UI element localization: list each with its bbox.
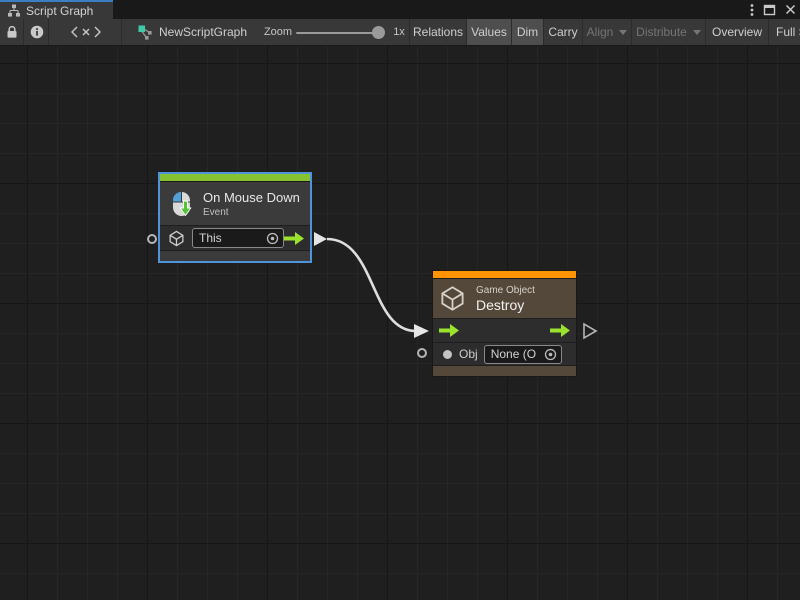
toggle-values[interactable]: Values [466,19,511,45]
node-title: Destroy [476,297,535,313]
obj-input-port[interactable] [417,348,427,358]
connection-arrowhead [414,324,429,338]
tab-script-graph[interactable]: Script Graph [0,0,113,19]
flow-in-arrow-icon [439,324,459,337]
node-footer [433,365,576,376]
gameobject-accent-bar [433,271,576,278]
dropdown-align[interactable]: Align [582,19,631,45]
obj-label: Obj [459,347,478,361]
chevron-down-icon [693,30,701,35]
lock-button[interactable] [0,19,24,45]
graph-canvas[interactable]: On Mouse Down Event This [0,46,800,600]
kebab-menu-icon[interactable] [750,3,754,17]
obj-port-dot[interactable] [443,350,452,359]
flow-output-port-connected[interactable] [314,232,327,246]
edit-source-button[interactable] [50,19,122,45]
zoom-value: 1x [389,19,409,45]
node-header[interactable]: Game Object Destroy [433,278,576,318]
graph-hierarchy-icon [7,4,21,18]
graph-toolbar: NewScriptGraph Zoom 1x Relations Values … [0,19,800,46]
obj-row: Obj None (O [433,342,576,365]
cube-icon [168,230,185,247]
script-graph-window: Script Graph [0,0,800,600]
chevron-down-icon [619,30,627,35]
maximize-icon[interactable] [763,4,776,16]
tab-bar: Script Graph [0,0,800,19]
flow-row [433,318,576,342]
node-footer [160,250,310,261]
target-value: This [199,231,266,245]
lock-icon [6,25,18,39]
mouse-down-icon [166,189,196,219]
node-title: On Mouse Down [203,190,300,205]
flow-output-port-empty[interactable] [584,324,596,338]
target-row: This [160,225,310,250]
button-overview[interactable]: Overview [705,19,768,45]
zoom-slider[interactable] [296,32,378,34]
target-field[interactable]: This [192,228,284,248]
obj-field[interactable]: None (O [484,345,562,364]
toggle-relations[interactable]: Relations [409,19,466,45]
toggle-dim[interactable]: Dim [511,19,543,45]
connection-layer [0,46,800,600]
graph-name: NewScriptGraph [159,25,247,39]
cube-icon [439,285,466,312]
flow-out-arrow-icon [550,324,570,337]
zoom-slider-handle[interactable] [372,26,385,39]
node-header[interactable]: On Mouse Down Event [160,181,310,225]
toggle-carry[interactable]: Carry [543,19,582,45]
node-destroy[interactable]: Game Object Destroy Obj None (O [432,270,577,377]
flow-arrow-icon [284,232,304,245]
close-icon[interactable] [785,4,796,15]
code-brackets-icon [71,26,101,38]
node-category: Game Object [476,285,535,296]
object-picker-icon[interactable] [544,348,557,361]
graph-selector[interactable]: NewScriptGraph [138,19,263,45]
info-button[interactable] [25,19,49,45]
event-accent-bar [160,174,310,181]
flow-connection [327,239,416,331]
distribute-label: Distribute [636,25,687,39]
button-full-screen[interactable]: Full S [768,19,800,45]
object-picker-icon[interactable] [266,232,279,245]
dropdown-distribute[interactable]: Distribute [631,19,705,45]
node-on-mouse-down[interactable]: On Mouse Down Event This [158,172,312,263]
obj-value: None (O [491,347,544,361]
tab-title: Script Graph [26,4,93,18]
zoom-label: Zoom [262,19,294,45]
graph-asset-icon [138,25,153,40]
target-input-port[interactable] [147,234,157,244]
window-controls [750,0,796,19]
info-icon [30,25,44,39]
node-subtitle: Event [203,207,300,218]
align-label: Align [587,25,614,39]
